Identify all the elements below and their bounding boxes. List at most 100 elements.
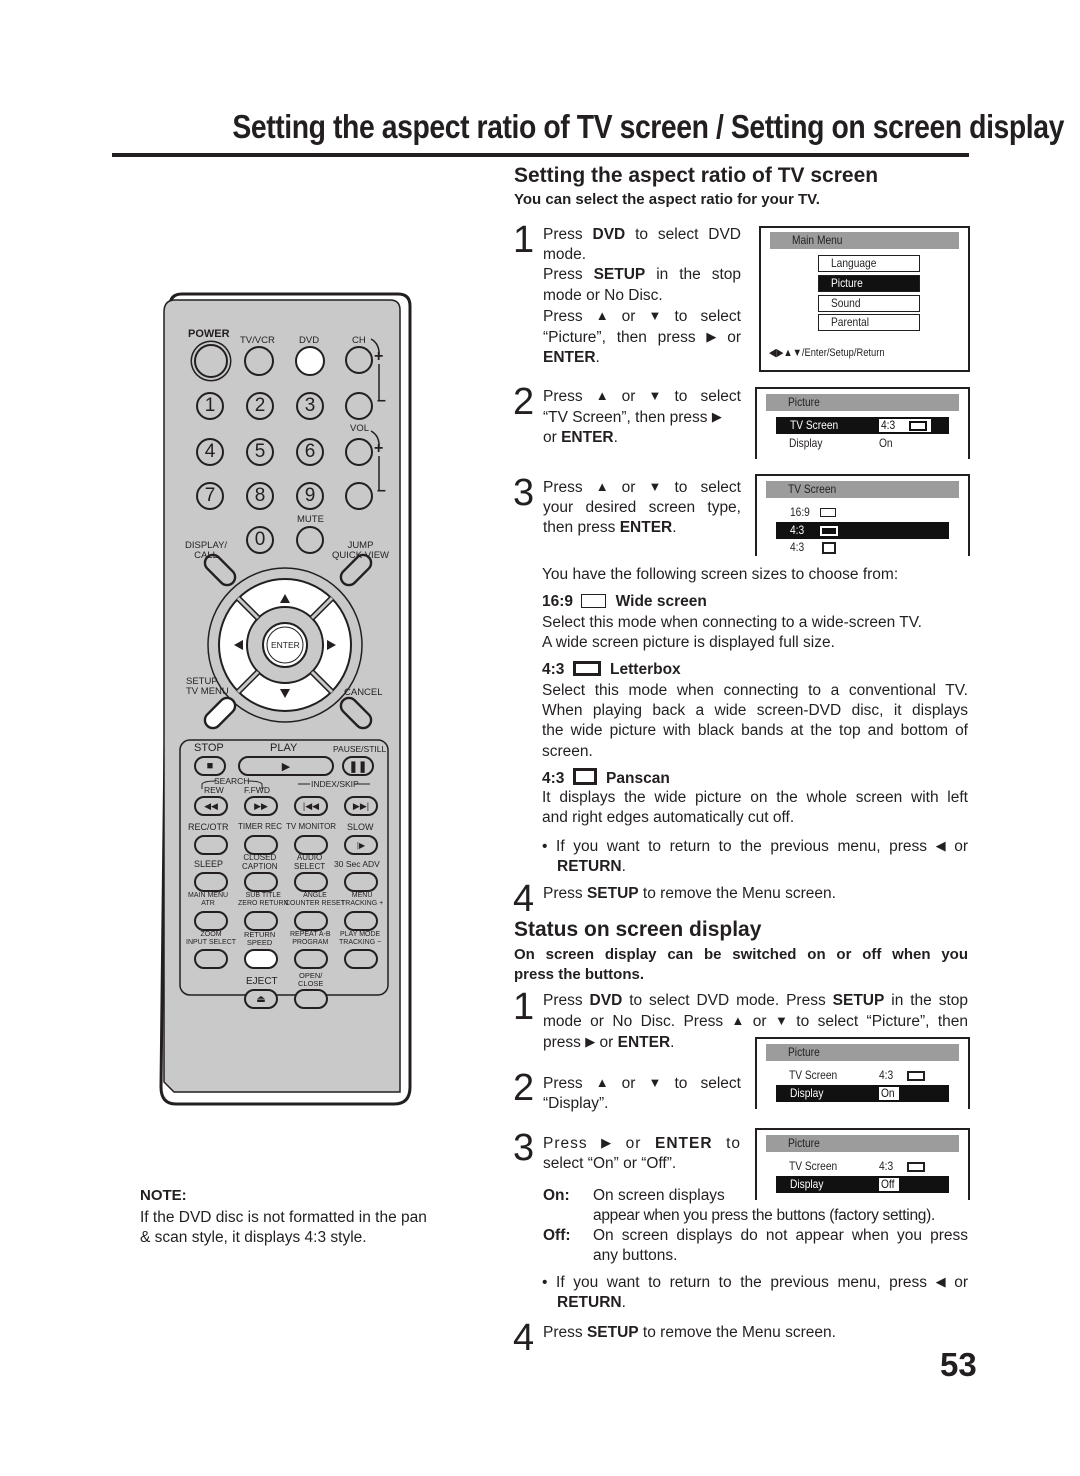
open-close-label: OPEN/CLOSE bbox=[298, 971, 324, 988]
main-menu-label: MAIN MENU ATR bbox=[188, 892, 229, 907]
osd-option-letterbox[interactable]: 4:3 bbox=[776, 522, 949, 539]
wide-screen-icon bbox=[581, 594, 607, 608]
digit-7-button[interactable]: 7 bbox=[196, 482, 224, 510]
digit-0-button[interactable]: 0 bbox=[246, 526, 274, 554]
digit-1-button[interactable]: 1 bbox=[196, 392, 224, 420]
page-number: 53 bbox=[940, 1346, 977, 1383]
dvd-button[interactable] bbox=[295, 346, 325, 376]
aspect-return-tip: • If you want to return to the previous … bbox=[542, 838, 969, 876]
repeat-label: REPEAT A-B PROGRAM bbox=[290, 931, 331, 946]
on-desc-line2: appear when you press the buttons (facto… bbox=[593, 1207, 935, 1224]
play-button[interactable]: ▶ bbox=[238, 756, 334, 776]
aspect-step-3: Press ▲ or ▼ to select your desired scre… bbox=[543, 479, 741, 537]
tv-monitor-button[interactable] bbox=[294, 835, 328, 855]
timer-rec-button[interactable] bbox=[244, 835, 278, 855]
status-step-2: Press ▲ or ▼ to select “Display”. bbox=[543, 1075, 741, 1113]
osd-option-16-9[interactable]: 16:9 bbox=[776, 504, 949, 521]
aspect-step-4: Press SETUP to remove the Menu screen. bbox=[543, 885, 836, 902]
menu-item-language[interactable]: Language bbox=[818, 255, 920, 272]
menu-item-picture[interactable]: Picture bbox=[818, 275, 920, 292]
on-term: On: bbox=[543, 1187, 570, 1204]
vol-up-button[interactable] bbox=[345, 438, 373, 466]
screen-sizes-intro: You have the following screen sizes to c… bbox=[542, 566, 899, 583]
slow-button[interactable]: |▶ bbox=[344, 835, 378, 855]
up-arrow-icon: ▲ bbox=[595, 388, 609, 403]
step-number: 1 bbox=[513, 219, 535, 261]
osd-row-tv-screen[interactable]: TV Screen 4:3 bbox=[775, 1158, 950, 1175]
play-label: PLAY bbox=[270, 742, 298, 754]
step-number: 3 bbox=[513, 472, 535, 514]
audio-select-button[interactable] bbox=[294, 872, 328, 892]
digit-2-button[interactable]: 2 bbox=[246, 392, 274, 420]
angle-button[interactable] bbox=[294, 911, 328, 931]
skip-forward-button[interactable]: ▶▶| bbox=[344, 796, 378, 816]
menu-item-sound[interactable]: Sound bbox=[818, 295, 920, 312]
mute-button[interactable] bbox=[296, 526, 324, 554]
angle-label: ANGLE COUNTER RESET bbox=[285, 892, 345, 907]
osd-row-display[interactable]: Display Off bbox=[776, 1176, 949, 1193]
digit-3-button[interactable]: 3 bbox=[296, 392, 324, 420]
osd-row-display[interactable]: Display On bbox=[775, 435, 950, 452]
option-letterbox-desc: Select this mode when connecting to a co… bbox=[542, 682, 968, 760]
osd-row-tv-screen[interactable]: TV Screen 4:3 bbox=[775, 1067, 950, 1084]
stop-button[interactable]: ■ bbox=[194, 756, 226, 776]
osd-title: TV Screen bbox=[766, 481, 959, 498]
off-term: Off: bbox=[543, 1227, 571, 1244]
menu-button[interactable] bbox=[344, 911, 378, 931]
panscan-icon bbox=[572, 768, 597, 785]
osd-row-display[interactable]: Display On bbox=[776, 1085, 949, 1102]
step-number: 3 bbox=[513, 1127, 535, 1169]
subtitle-button[interactable] bbox=[244, 911, 278, 931]
digit-6-button[interactable]: 6 bbox=[296, 438, 324, 466]
eject-button[interactable]: ⏏ bbox=[244, 989, 278, 1009]
sleep-label: SLEEP bbox=[194, 859, 224, 869]
pause-button[interactable]: ❚❚ bbox=[342, 756, 374, 776]
digit-9-button[interactable]: 9 bbox=[296, 482, 324, 510]
main-menu-button[interactable] bbox=[194, 911, 228, 931]
letterbox-icon bbox=[907, 1071, 926, 1081]
return-label: RETURN SPEED bbox=[244, 930, 276, 947]
digit-5-button[interactable]: 5 bbox=[246, 438, 274, 466]
menu-item-parental[interactable]: Parental bbox=[818, 314, 920, 331]
osd-title: Main Menu bbox=[770, 232, 959, 249]
vol-down-button[interactable] bbox=[345, 482, 373, 510]
play-mode-button[interactable] bbox=[344, 949, 378, 969]
down-arrow-icon: ▼ bbox=[648, 307, 662, 323]
aspect-step-2: Press ▲ or ▼ to select “TV Screen”, then… bbox=[543, 388, 741, 447]
30sec-adv-button[interactable] bbox=[344, 872, 378, 892]
title-rule bbox=[112, 153, 969, 157]
power-button[interactable] bbox=[194, 344, 228, 378]
note-title: NOTE: bbox=[140, 1187, 187, 1204]
osd-title: Picture bbox=[766, 1135, 959, 1152]
rec-otr-label: REC/OTR bbox=[188, 822, 229, 832]
remote-body-outline bbox=[159, 292, 412, 1106]
tvvcr-button[interactable] bbox=[244, 346, 274, 376]
digit-4-button[interactable]: 4 bbox=[196, 438, 224, 466]
ffwd-button[interactable]: ▶▶ bbox=[244, 796, 278, 816]
closed-caption-button[interactable] bbox=[244, 872, 278, 892]
osd-tv-screen-menu: TV Screen 16:9 4:3 4:3 bbox=[755, 474, 970, 556]
repeat-button[interactable] bbox=[294, 949, 328, 969]
right-arrow-icon: ▶ bbox=[706, 329, 717, 345]
power-label: POWER bbox=[188, 328, 230, 340]
digit-8-button[interactable]: 8 bbox=[246, 482, 274, 510]
osd-picture-display-on: Picture TV Screen 4:3 Display On bbox=[755, 1037, 970, 1109]
zoom-button[interactable] bbox=[194, 949, 228, 969]
down-arrow-icon: ▼ bbox=[648, 1075, 662, 1090]
letterbox-icon bbox=[907, 1162, 926, 1172]
mute-label: MUTE bbox=[297, 514, 324, 525]
step-number: 4 bbox=[513, 878, 535, 920]
ch-up-button[interactable] bbox=[345, 346, 373, 374]
open-close-button[interactable] bbox=[294, 989, 328, 1009]
rew-button[interactable]: ◀◀ bbox=[194, 796, 228, 816]
display-call-label: DISPLAY/CALL bbox=[185, 540, 228, 561]
rec-otr-button[interactable] bbox=[194, 835, 228, 855]
pause-label: PAUSE/STILL bbox=[333, 744, 387, 754]
skip-back-button[interactable]: |◀◀ bbox=[294, 796, 328, 816]
osd-option-panscan[interactable]: 4:3 bbox=[776, 539, 949, 556]
osd-row-tv-screen[interactable]: TV Screen 4:3 bbox=[776, 417, 949, 434]
return-button[interactable] bbox=[244, 949, 278, 969]
enter-button[interactable]: ENTER bbox=[271, 640, 300, 650]
ch-down-button[interactable] bbox=[345, 392, 373, 420]
sleep-button[interactable] bbox=[194, 872, 228, 892]
